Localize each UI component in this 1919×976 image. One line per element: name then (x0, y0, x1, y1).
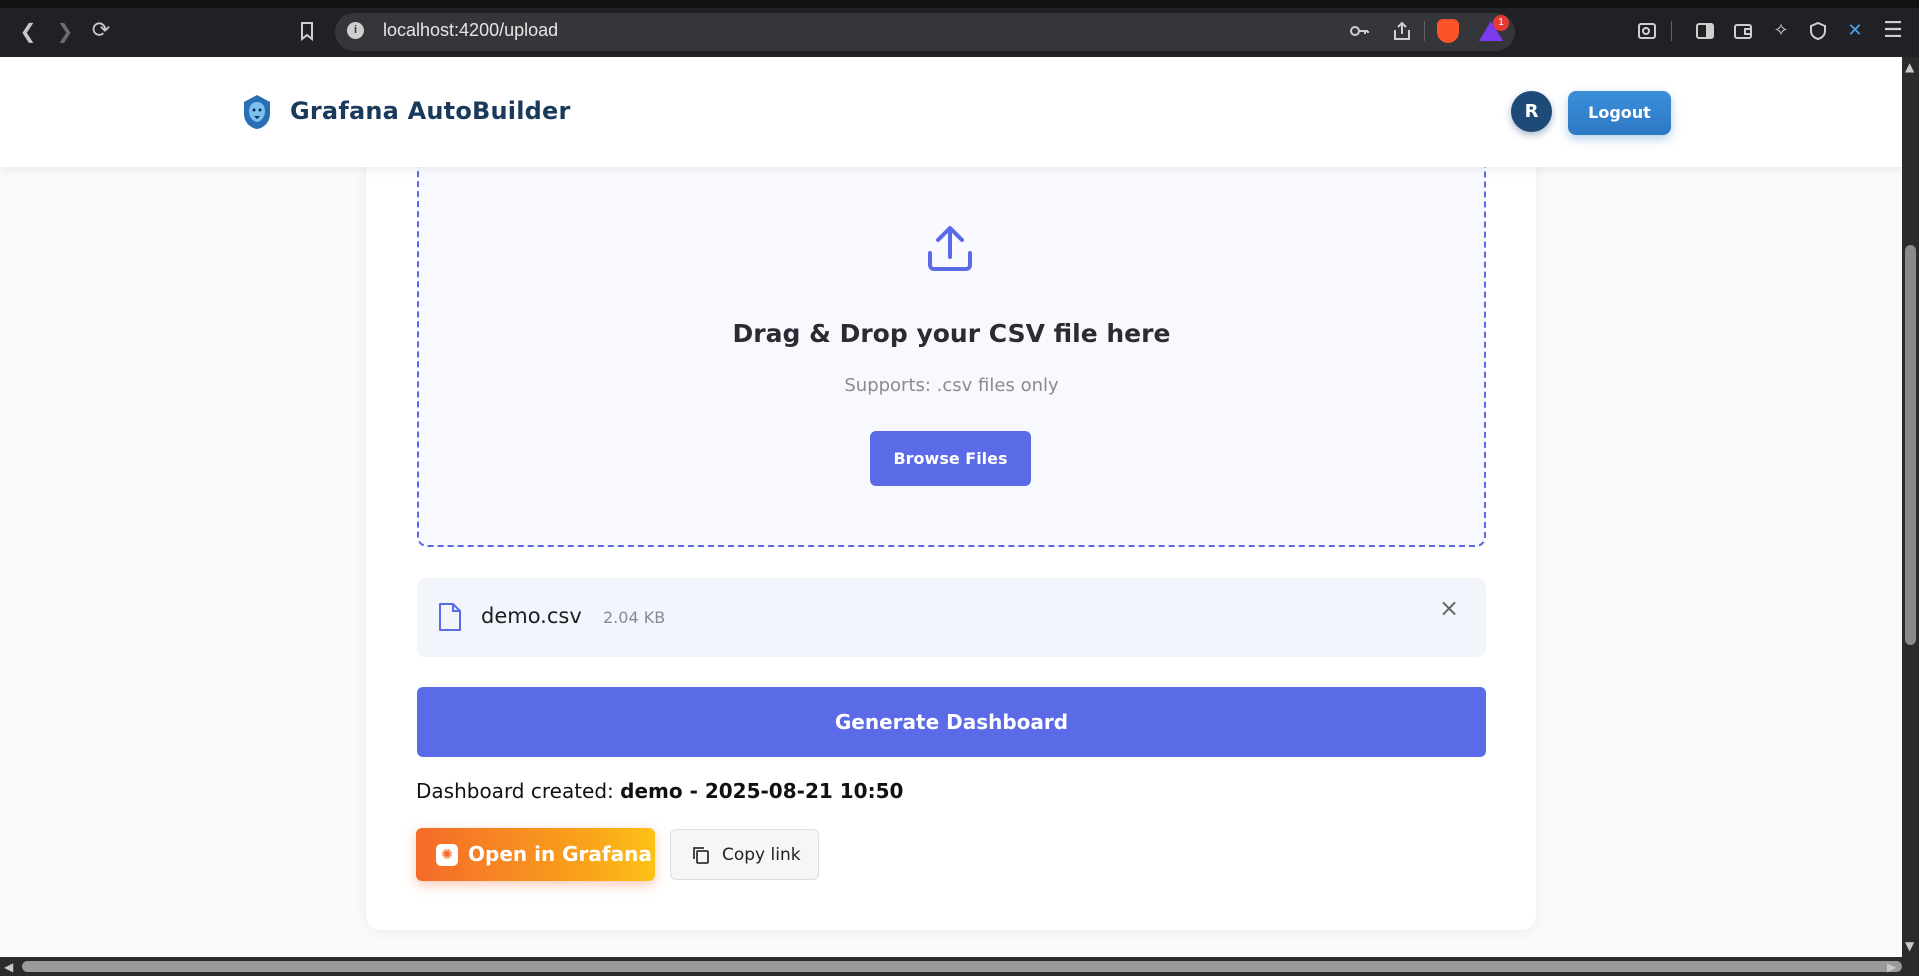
brave-shields-icon[interactable] (1437, 19, 1459, 43)
dashboard-created-message: Dashboard created: demo - 2025-08-21 10:… (416, 779, 903, 803)
vpn-shield-icon[interactable] (1807, 20, 1829, 42)
scroll-right-arrow-icon[interactable]: ▶ (1887, 960, 1896, 974)
browser-toolbar: ❮ ❯ ⟳ i localhost:4200/upload 1 ✧ ✕ ☰ (0, 0, 1919, 57)
sidebar-icon[interactable] (1694, 20, 1716, 42)
page-search-icon[interactable] (1636, 20, 1658, 42)
rewards-badge: 1 (1493, 15, 1509, 31)
page-viewport: Drag & Drop your CSV file here Supports:… (0, 57, 1902, 957)
wallet-icon[interactable] (1732, 20, 1754, 42)
app-title[interactable]: Grafana AutoBuilder (290, 97, 571, 125)
remove-file-icon[interactable]: × (1437, 596, 1461, 620)
horizontal-scrollbar-thumb[interactable] (22, 961, 1902, 972)
ai-assistant-icon[interactable]: ✧ (1770, 20, 1792, 42)
lion-logo-icon (244, 95, 270, 129)
file-size: 2.04 KB (603, 608, 666, 627)
vertical-scrollbar-thumb[interactable] (1905, 245, 1916, 645)
share-icon[interactable] (1391, 20, 1413, 42)
open-in-grafana-label: Open in Grafana (468, 842, 652, 866)
created-prefix: Dashboard created: (416, 779, 614, 803)
dropzone-title: Drag & Drop your CSV file here (732, 319, 1171, 348)
file-dropzone[interactable] (417, 157, 1486, 547)
upload-icon (928, 226, 972, 271)
created-dashboard-name: demo - 2025-08-21 10:50 (620, 779, 904, 803)
bookmark-icon[interactable] (296, 20, 318, 42)
extension-icon[interactable]: ✕ (1844, 20, 1866, 42)
user-avatar[interactable]: R (1511, 91, 1552, 132)
site-info-icon[interactable]: i (347, 22, 364, 39)
scroll-up-arrow-icon[interactable]: ▲ (1905, 60, 1914, 74)
copy-link-label: Copy link (722, 845, 801, 865)
scroll-left-arrow-icon[interactable]: ◀ (4, 960, 13, 974)
browse-files-button[interactable]: Browse Files (870, 431, 1031, 486)
copy-link-button[interactable]: Copy link (670, 829, 819, 880)
tab-strip (0, 0, 1919, 8)
logout-button[interactable]: Logout (1568, 91, 1671, 135)
copy-icon (693, 847, 709, 864)
file-icon (439, 603, 461, 631)
generate-dashboard-button[interactable]: Generate Dashboard (417, 687, 1486, 757)
grafana-icon: ✺ (436, 844, 458, 866)
open-in-grafana-button[interactable]: ✺ Open in Grafana (416, 828, 655, 881)
back-arrow-icon[interactable]: ❮ (16, 19, 40, 43)
scroll-down-arrow-icon[interactable]: ▼ (1905, 939, 1914, 953)
file-name: demo.csv (481, 604, 582, 628)
url-text[interactable]: localhost:4200/upload (383, 20, 558, 41)
dropzone-subtitle: Supports: .csv files only (844, 375, 1059, 396)
forward-arrow-icon[interactable]: ❯ (53, 19, 77, 43)
password-key-icon[interactable] (1348, 20, 1370, 42)
app-header: Grafana AutoBuilder R Logout (0, 57, 1902, 167)
toolbar-divider (1671, 21, 1672, 41)
reload-icon[interactable]: ⟳ (89, 19, 113, 43)
toolbar-divider (1424, 21, 1425, 41)
menu-icon[interactable]: ☰ (1882, 20, 1904, 42)
